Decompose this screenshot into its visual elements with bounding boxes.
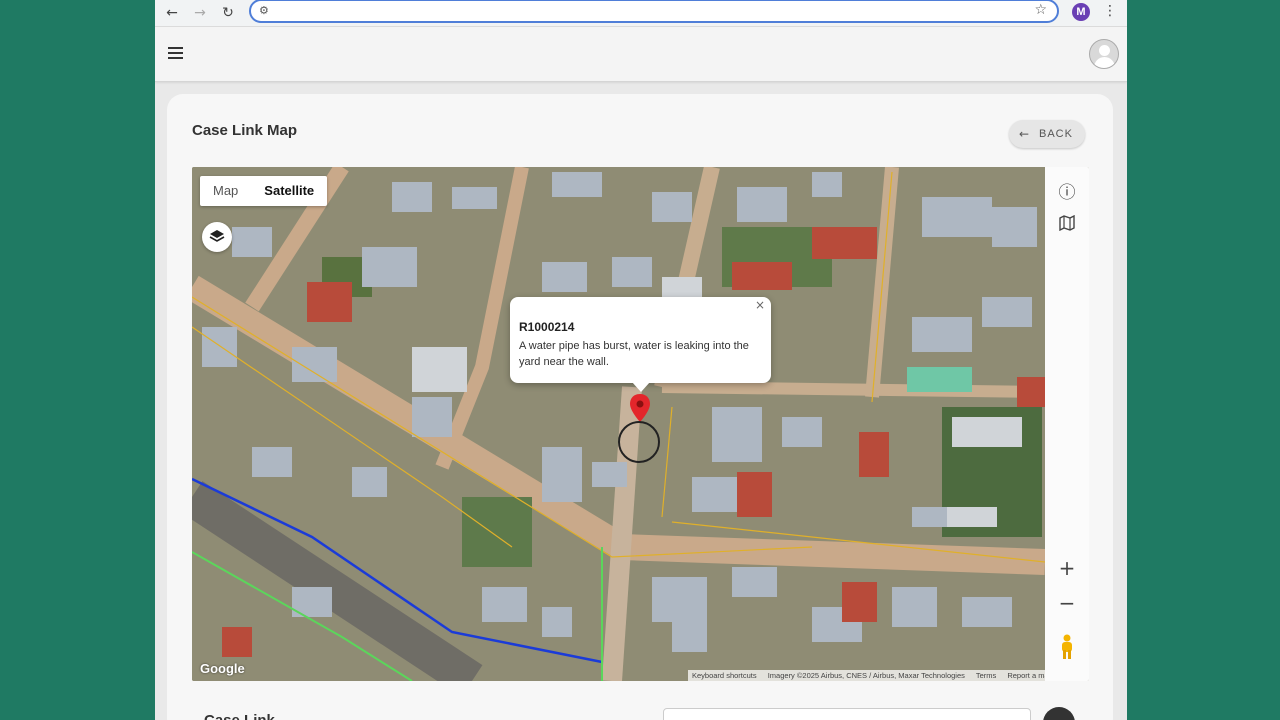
content-card: Case Link Map ← BACK Map Satellite × R10… — [167, 94, 1113, 720]
map-type-map[interactable]: Map — [200, 176, 251, 206]
zoom-out-button[interactable]: − — [1045, 591, 1089, 615]
forward-nav-icon[interactable]: → — [190, 3, 210, 23]
back-button[interactable]: ← BACK — [1009, 120, 1085, 148]
section-label: Case Link — [204, 712, 275, 720]
map-side-controls: ⓘ + − — [1045, 167, 1089, 681]
layers-button[interactable] — [202, 222, 232, 252]
satellite-imagery — [192, 167, 1045, 681]
zoom-in-button[interactable]: + — [1045, 556, 1089, 580]
google-logo: Google — [200, 661, 245, 676]
map-pin-icon[interactable] — [629, 393, 651, 423]
page-title: Case Link Map — [192, 122, 298, 139]
keyboard-shortcuts-link[interactable]: Keyboard shortcuts — [692, 671, 757, 680]
site-settings-icon[interactable]: ⚙ — [259, 4, 269, 17]
search-input[interactable] — [663, 708, 1031, 720]
address-bar[interactable]: ⚙ ☆ — [249, 0, 1059, 23]
profile-avatar[interactable]: M — [1072, 3, 1090, 21]
map-type-satellite[interactable]: Satellite — [251, 176, 327, 206]
terms-link[interactable]: Terms — [976, 671, 996, 680]
browser-menu-icon[interactable]: ⋮ — [1103, 3, 1117, 19]
case-id: R1000214 — [519, 320, 575, 334]
user-avatar[interactable] — [1089, 39, 1119, 69]
back-nav-icon[interactable]: ← — [162, 3, 182, 23]
browser-window: ← → ↻ ⚙ ☆ M ⋮ Case Link Map ← BACK Map S… — [155, 0, 1127, 720]
cursor-highlight — [618, 421, 660, 463]
case-map[interactable]: Map Satellite × R1000214 A water pipe ha… — [192, 167, 1089, 681]
imagery-credit: Imagery ©2025 Airbus, CNES / Airbus, Max… — [767, 671, 965, 680]
bookmark-star-icon[interactable]: ☆ — [1034, 2, 1047, 18]
layers-icon — [209, 230, 225, 242]
arrow-left-icon: ← — [1019, 127, 1031, 141]
reload-icon[interactable]: ↻ — [218, 3, 238, 23]
info-icon[interactable]: ⓘ — [1045, 178, 1089, 203]
hamburger-icon[interactable] — [168, 47, 183, 62]
browser-toolbar: ← → ↻ ⚙ ☆ M ⋮ — [155, 0, 1127, 27]
back-button-label: BACK — [1039, 128, 1073, 140]
pegman-icon[interactable] — [1059, 634, 1075, 660]
case-description: A water pipe has burst, water is leaking… — [519, 340, 749, 368]
map-type-control: Map Satellite — [200, 176, 328, 206]
map-icon[interactable] — [1045, 214, 1089, 235]
action-button[interactable] — [1043, 707, 1075, 720]
app-header — [155, 27, 1127, 82]
map-attribution: Keyboard shortcuts Imagery ©2025 Airbus,… — [688, 670, 1084, 681]
case-info-window: × R1000214 A water pipe has burst, water… — [510, 297, 771, 392]
close-icon[interactable]: × — [755, 298, 765, 312]
